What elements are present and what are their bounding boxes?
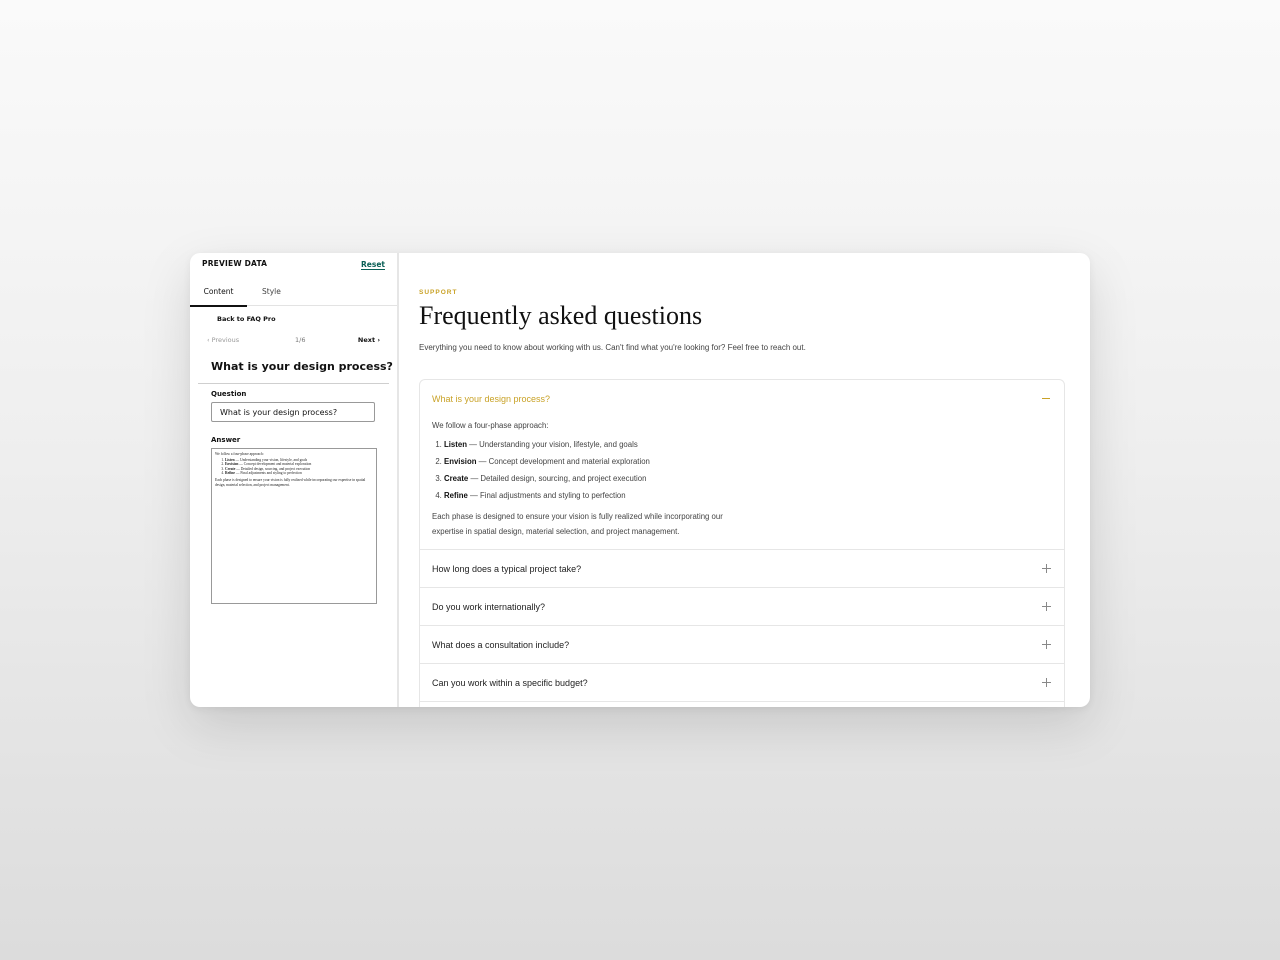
question-input[interactable] xyxy=(211,402,375,422)
divider xyxy=(198,383,389,384)
question-label: Question xyxy=(211,390,247,398)
step-term: Listen xyxy=(444,440,467,449)
faq-item-partial[interactable] xyxy=(420,701,1064,707)
answer-label: Answer xyxy=(211,436,241,444)
faq-item[interactable]: What does a consultation include? xyxy=(420,625,1064,664)
answer-step: Refine — Final adjustments and styling t… xyxy=(225,471,373,476)
faq-question: How long does a typical project take? xyxy=(432,564,582,574)
step-text: — Final adjustments and styling to perfe… xyxy=(234,471,302,476)
answer-step: Listen — Understanding your vision, life… xyxy=(444,440,650,457)
item-counter: 1/6 xyxy=(295,336,306,344)
step-text: — Detailed design, sourcing, and project… xyxy=(235,466,311,471)
plus-icon[interactable] xyxy=(1042,602,1051,611)
answer-step: Envision — Concept development and mater… xyxy=(444,457,650,474)
current-question-heading: What is your design process? xyxy=(211,360,393,373)
step-term: Create xyxy=(444,474,469,483)
faq-question: Do you work internationally? xyxy=(432,602,546,612)
plus-icon[interactable] xyxy=(1042,640,1051,649)
faq-question: What does a consultation include? xyxy=(432,640,570,650)
back-to-faq-link[interactable]: Back to FAQ Pro xyxy=(217,315,276,323)
answer-editor[interactable]: We follow a four-phase approach: Listen … xyxy=(211,448,377,604)
panel-tabs: Content Style xyxy=(190,281,397,307)
app-window: PREVIEW DATA Reset Content Style Back to… xyxy=(190,253,1090,707)
next-button[interactable]: Next › xyxy=(358,336,380,344)
step-term: Refine xyxy=(444,491,468,500)
step-term: Envision xyxy=(444,457,477,466)
plus-icon[interactable] xyxy=(1042,564,1051,573)
step-text: — Concept development and material explo… xyxy=(476,457,650,466)
answer-outro: Each phase is designed to ensure your vi… xyxy=(432,512,723,536)
step-term: Envision xyxy=(225,462,239,467)
answer-step: Refine — Final adjustments and styling t… xyxy=(444,491,650,508)
step-text: — Concept development and material explo… xyxy=(238,462,312,467)
faq-question: What is your design process? xyxy=(432,394,551,404)
step-term: Refine xyxy=(225,471,235,476)
reset-link[interactable]: Reset xyxy=(361,260,385,270)
page-subtitle: Everything you need to know about workin… xyxy=(419,343,806,352)
plus-icon[interactable] xyxy=(1042,678,1051,687)
answer-outro: Each phase is designed to ensure your vi… xyxy=(215,477,366,487)
faq-accordion: What is your design process? We follow a… xyxy=(419,379,1065,707)
minus-icon[interactable] xyxy=(1042,398,1050,399)
faq-item[interactable]: Can you work within a specific budget? xyxy=(420,663,1064,702)
answer-intro: We follow a four-phase approach: xyxy=(215,452,264,456)
step-text: — Final adjustments and styling to perfe… xyxy=(467,491,626,500)
step-text: — Understanding your vision, lifestyle, … xyxy=(234,457,308,462)
page-title: Frequently asked questions xyxy=(419,301,703,330)
panel-title: PREVIEW DATA xyxy=(202,259,268,268)
panel-header: PREVIEW DATA Reset xyxy=(202,259,385,279)
tab-style[interactable]: Style xyxy=(262,287,281,296)
answer-step: Create — Detailed design, sourcing, and … xyxy=(444,474,650,491)
faq-question: Can you work within a specific budget? xyxy=(432,678,588,688)
faq-item[interactable]: Do you work internationally? xyxy=(420,587,1064,626)
step-term: Create xyxy=(225,466,236,471)
answer-steps: Listen — Understanding your vision, life… xyxy=(432,440,650,508)
item-pager: ‹ Previous 1/6 Next › xyxy=(207,336,380,348)
faq-preview: SUPPORT Frequently asked questions Every… xyxy=(399,253,1090,707)
previous-button[interactable]: ‹ Previous xyxy=(207,336,239,344)
step-text: — Understanding your vision, lifestyle, … xyxy=(466,440,638,449)
step-text: — Detailed design, sourcing, and project… xyxy=(468,474,647,483)
answer-steps: Listen — Understanding your vision, life… xyxy=(215,458,373,476)
preview-data-panel: PREVIEW DATA Reset Content Style Back to… xyxy=(190,253,399,707)
answer-intro: We follow a four-phase approach: xyxy=(432,421,549,430)
step-term: Listen xyxy=(225,457,235,462)
eyebrow-label: SUPPORT xyxy=(419,289,458,296)
faq-item[interactable]: How long does a typical project take? xyxy=(420,549,1064,588)
faq-item-open[interactable]: What is your design process? xyxy=(420,380,1064,418)
tab-content[interactable]: Content xyxy=(190,287,247,307)
